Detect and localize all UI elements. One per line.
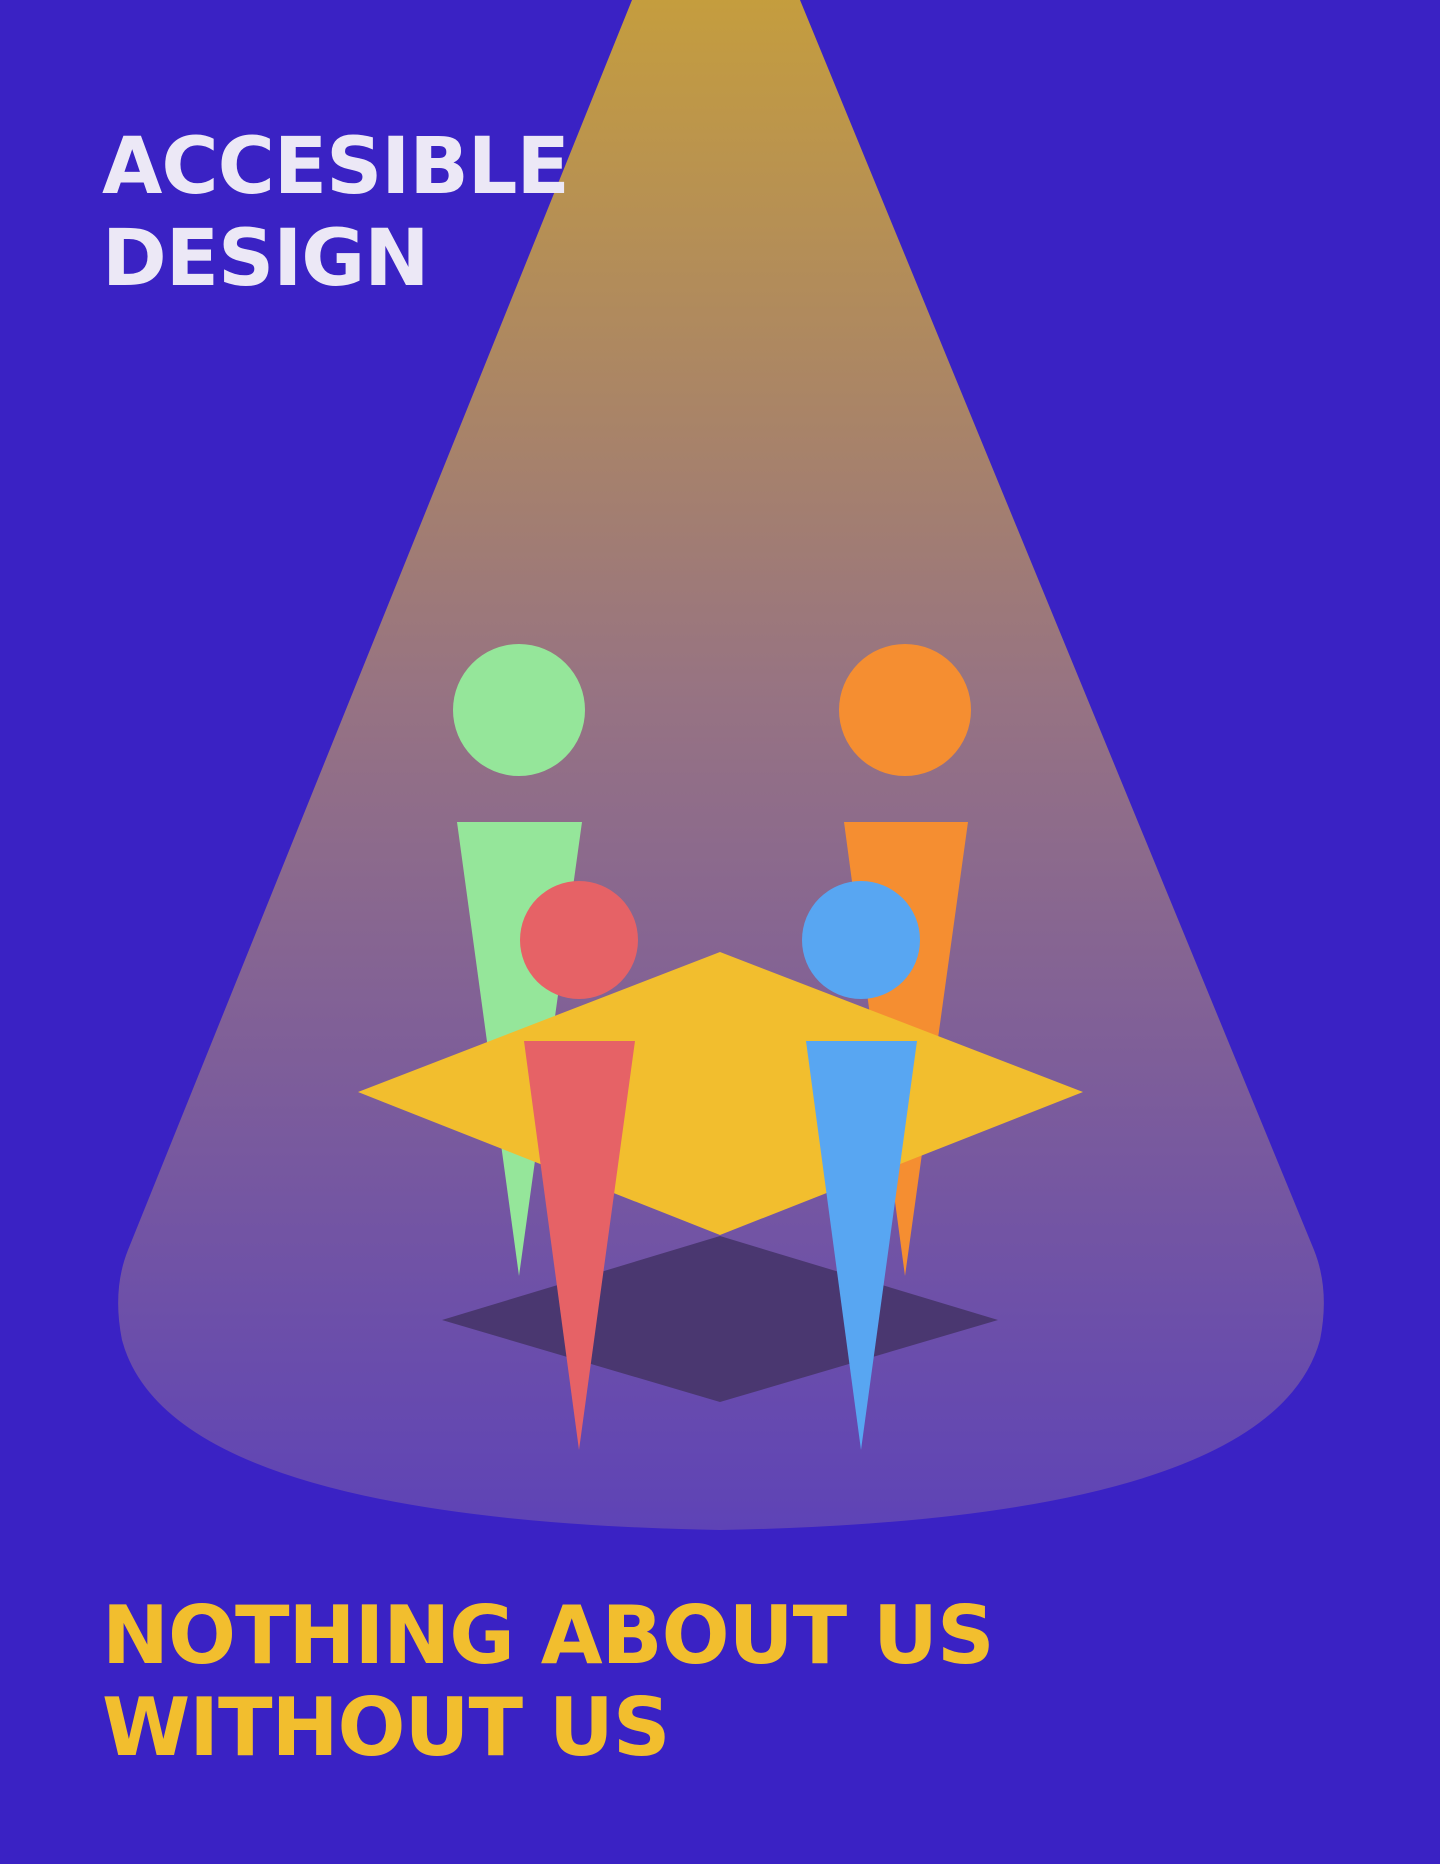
figure-red-head <box>520 881 638 999</box>
tagline-line-1: NOTHING ABOUT US <box>102 1589 995 1682</box>
tagline-line-2: WITHOUT US <box>102 1681 670 1774</box>
figure-blue-head <box>802 881 920 999</box>
figure-green-head <box>453 644 585 776</box>
figure-orange-head <box>839 644 971 776</box>
headline-line-1: ACCESIBLE <box>102 122 570 212</box>
headline-line-2: DESIGN <box>102 214 430 304</box>
poster: ACCESIBLE DESIGN NOTHING ABOUT US WITHOU… <box>0 0 1440 1864</box>
